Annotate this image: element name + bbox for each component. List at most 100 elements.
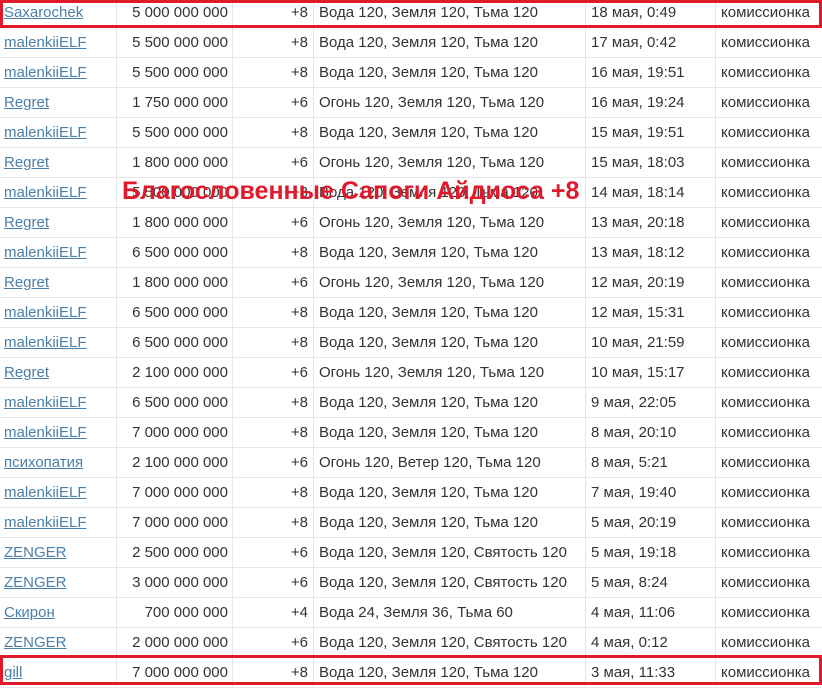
enchant-level-cell: +6: [290, 214, 308, 231]
seller-link[interactable]: malenkiiELF: [4, 34, 87, 51]
table-row: Regret 1 800 000 000 +6 Огонь 120, Земля 12…: [0, 208, 822, 238]
price-cell: 7 000 000 000: [132, 514, 228, 531]
price-cell: 5 000 000 000: [132, 4, 228, 21]
seller-link[interactable]: malenkiiELF: [4, 334, 87, 351]
enchant-level-cell: +6: [290, 634, 308, 651]
seller-link[interactable]: Regret: [4, 214, 49, 231]
table-row: Regret 1 750 000 000 +6 Огонь 120, Земля 12…: [0, 88, 822, 118]
price-cell: 6 500 000 000: [132, 394, 228, 411]
date-cell: 15 мая, 18:03: [591, 154, 685, 171]
seller-link[interactable]: malenkiiELF: [4, 484, 87, 501]
date-cell: 16 мая, 19:51: [591, 64, 685, 81]
table-row: malenkiiELF 5 500 000 000 +8 Вода 120, Земл…: [0, 58, 822, 88]
seller-link[interactable]: психопатия: [4, 454, 83, 471]
enchant-level-cell: +6: [290, 274, 308, 291]
seller-link[interactable]: Regret: [4, 94, 49, 111]
date-cell: 13 мая, 20:18: [591, 214, 685, 231]
sale-type-cell: комиссионка: [721, 604, 811, 621]
price-cell: 2 000 000 000: [132, 634, 228, 651]
date-cell: 17 мая, 0:42: [591, 34, 677, 51]
seller-cell: Regret: [4, 148, 114, 177]
seller-cell: malenkiiELF: [4, 28, 114, 57]
enchant-level-cell: +8: [290, 664, 308, 681]
seller-link[interactable]: malenkiiELF: [4, 394, 87, 411]
seller-link[interactable]: malenkiiELF: [4, 424, 87, 441]
seller-link[interactable]: malenkiiELF: [4, 514, 87, 531]
seller-link[interactable]: Regret: [4, 364, 49, 381]
seller-cell: ZENGER: [4, 538, 114, 567]
seller-link[interactable]: malenkiiELF: [4, 124, 87, 141]
price-cell: 7 000 000 000: [132, 484, 228, 501]
seller-link[interactable]: Regret: [4, 274, 49, 291]
price-cell: 700 000 000: [144, 604, 228, 621]
sale-type-cell: комиссионка: [721, 514, 811, 531]
seller-link[interactable]: ZENGER: [4, 634, 67, 651]
seller-link[interactable]: Скирон: [4, 604, 55, 621]
seller-cell: malenkiiELF: [4, 388, 114, 417]
enchant-level-cell: +8: [290, 514, 308, 531]
price-cell: 1 800 000 000: [132, 274, 228, 291]
attributes-cell: Вода 120, Земля 120, Тьма 120: [319, 334, 538, 351]
attributes-cell: Огонь 120, Земля 120, Тьма 120: [319, 94, 545, 111]
table-row: Regret 2 100 000 000 +6 Огонь 120, Земля 12…: [0, 358, 822, 388]
attributes-cell: Вода 120, Земля 120, Святость 120: [319, 574, 567, 591]
sale-type-cell: комиссионка: [721, 664, 811, 681]
date-cell: 18 мая, 0:49: [591, 4, 677, 21]
seller-cell: malenkiiELF: [4, 118, 114, 147]
attributes-cell: Вода 120, Земля 120, Тьма 120: [319, 484, 538, 501]
sale-type-cell: комиссионка: [721, 334, 811, 351]
price-cell: 1 750 000 000: [132, 94, 228, 111]
enchant-level-cell: +6: [290, 364, 308, 381]
sale-type-cell: комиссионка: [721, 244, 811, 261]
enchant-level-cell: +8: [290, 4, 308, 21]
sale-type-cell: комиссионка: [721, 274, 811, 291]
price-cell: 5 500 000 000: [132, 64, 228, 81]
attributes-cell: Вода 120, Земля 120, Тьма 120: [319, 124, 538, 141]
sale-type-cell: комиссионка: [721, 364, 811, 381]
sale-type-cell: комиссионка: [721, 184, 811, 201]
table-row: Saxarochek 5 000 000 000 +8 Вода 120, Земля…: [0, 0, 822, 28]
table-row: malenkiiELF 6 500 000 000 +8 Вода 120, Земл…: [0, 388, 822, 418]
seller-cell: Скирон: [4, 598, 114, 627]
seller-cell: malenkiiELF: [4, 298, 114, 327]
table-row: malenkiiELF 7 000 000 000 +8 Вода 120, Земл…: [0, 478, 822, 508]
attributes-cell: Вода 120, Земля 120, Тьма 120: [319, 304, 538, 321]
seller-link[interactable]: malenkiiELF: [4, 244, 87, 261]
attributes-cell: Огонь 120, Земля 120, Тьма 120: [319, 364, 545, 381]
price-cell: 7 000 000 000: [132, 664, 228, 681]
seller-cell: ZENGER: [4, 568, 114, 597]
table-row: malenkiiELF 6 500 000 000 +8 Вода 120, Земл…: [0, 328, 822, 358]
price-cell: 1 800 000 000: [132, 154, 228, 171]
date-cell: 10 мая, 21:59: [591, 334, 685, 351]
date-cell: 13 мая, 18:12: [591, 244, 685, 261]
table-row: malenkiiELF 5 500 000 000 +8 Вода 120, Земл…: [0, 28, 822, 58]
date-cell: 16 мая, 19:24: [591, 94, 685, 111]
table-row: gill 7 000 000 000 +8 Вода 120, Земля 120, …: [0, 658, 822, 688]
date-cell: 15 мая, 19:51: [591, 124, 685, 141]
seller-cell: malenkiiELF: [4, 238, 114, 267]
attributes-cell: Огонь 120, Ветер 120, Тьма 120: [319, 454, 541, 471]
overlay-caption: Благословенные Сапоги Айдиоса +8: [122, 177, 580, 205]
seller-link[interactable]: Regret: [4, 154, 49, 171]
table-row: malenkiiELF 7 000 000 000 +8 Вода 120, Земл…: [0, 418, 822, 448]
enchant-level-cell: +8: [290, 244, 308, 261]
seller-link[interactable]: malenkiiELF: [4, 64, 87, 81]
seller-link[interactable]: gill: [4, 664, 22, 681]
attributes-cell: Вода 120, Земля 120, Тьма 120: [319, 664, 538, 681]
attributes-cell: Огонь 120, Земля 120, Тьма 120: [319, 154, 545, 171]
seller-link[interactable]: Saxarochek: [4, 4, 83, 21]
seller-cell: Regret: [4, 208, 114, 237]
sale-type-cell: комиссионка: [721, 214, 811, 231]
seller-link[interactable]: malenkiiELF: [4, 304, 87, 321]
sale-type-cell: комиссионка: [721, 454, 811, 471]
attributes-cell: Огонь 120, Земля 120, Тьма 120: [319, 274, 545, 291]
seller-cell: malenkiiELF: [4, 58, 114, 87]
seller-link[interactable]: ZENGER: [4, 544, 67, 561]
date-cell: 5 мая, 19:18: [591, 544, 677, 561]
enchant-level-cell: +6: [290, 154, 308, 171]
seller-link[interactable]: ZENGER: [4, 574, 67, 591]
table-row: malenkiiELF 6 500 000 000 +8 Вода 120, Земл…: [0, 238, 822, 268]
seller-link[interactable]: malenkiiELF: [4, 184, 87, 201]
seller-cell: gill: [4, 658, 114, 687]
date-cell: 4 мая, 0:12: [591, 634, 668, 651]
